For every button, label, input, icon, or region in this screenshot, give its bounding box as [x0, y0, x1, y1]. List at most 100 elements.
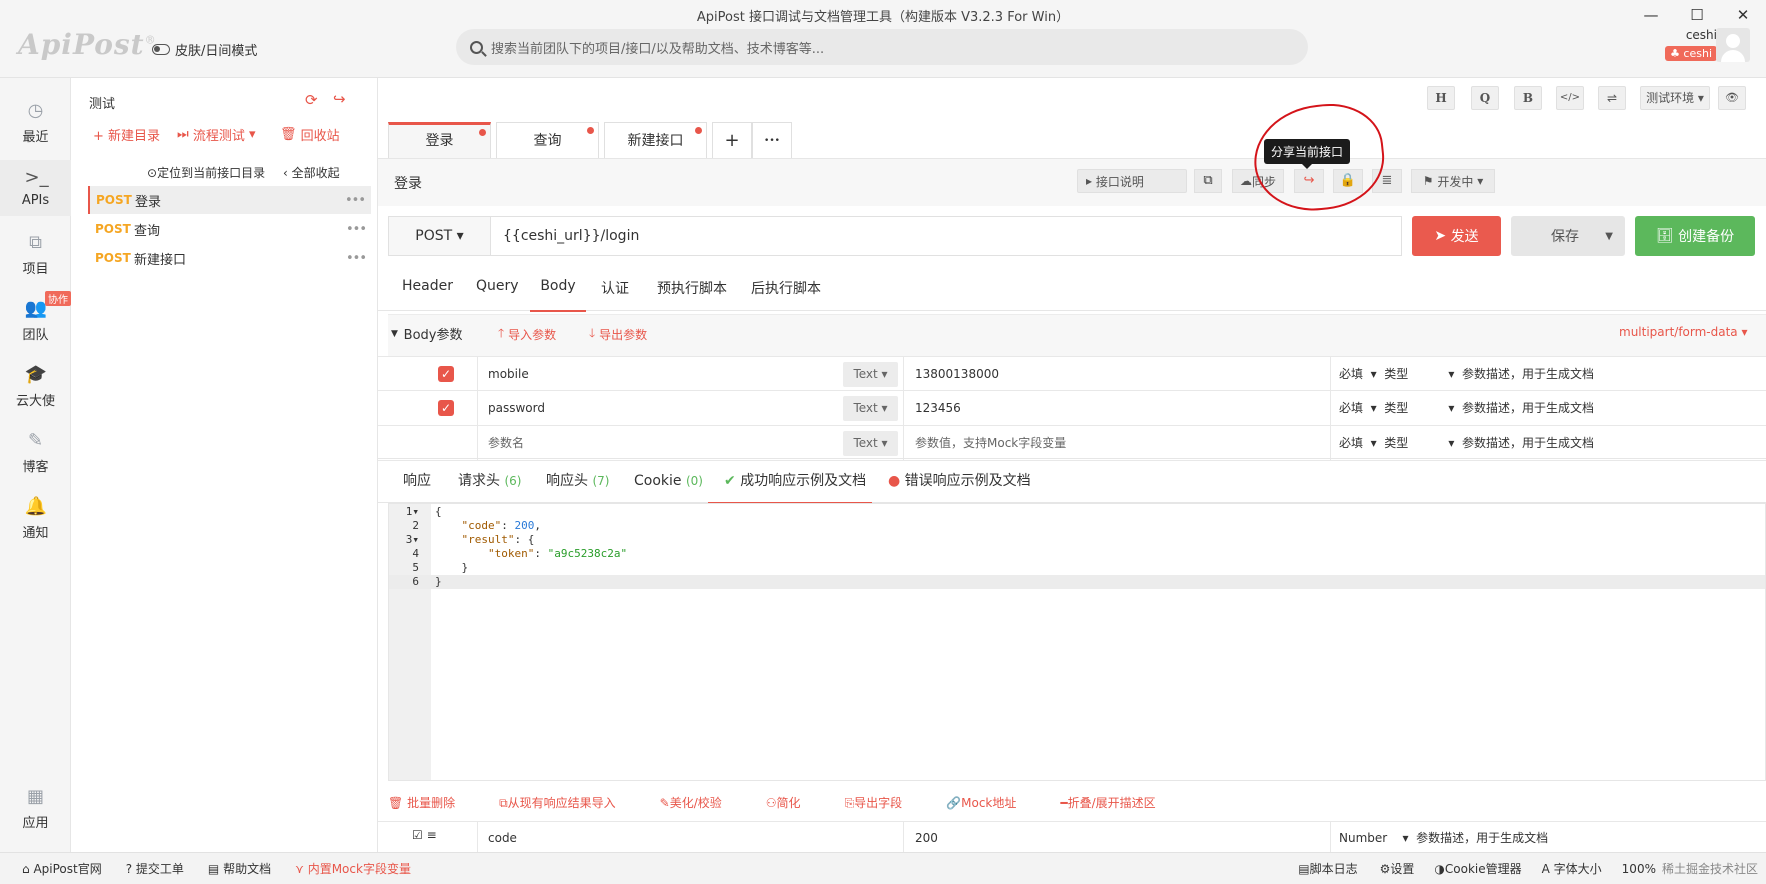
- share-icon[interactable]: ↪: [333, 90, 346, 108]
- minimize-button[interactable]: —: [1628, 1, 1674, 29]
- beautify-button[interactable]: ✎美化/校验: [660, 794, 744, 811]
- nav-apis[interactable]: >_ APIs: [0, 160, 71, 216]
- tab-response[interactable]: 响应: [403, 459, 431, 504]
- env-select[interactable]: 测试环境 ▾: [1640, 86, 1710, 110]
- tab-cookie[interactable]: Cookie (0): [634, 459, 703, 504]
- more-icon[interactable]: •••: [345, 193, 366, 208]
- export-params-button[interactable]: 🡓 导出参数: [589, 324, 647, 345]
- refresh-icon[interactable]: ⟳: [305, 91, 318, 109]
- tab-error-example[interactable]: ● 错误响应示例及文档: [888, 459, 1031, 504]
- nav-blog[interactable]: ✎ 博客: [0, 430, 71, 475]
- content-type-select[interactable]: multipart/form-data ▾: [1619, 325, 1748, 339]
- tab-more-button[interactable]: •••: [752, 122, 792, 158]
- export-fields-button[interactable]: ⎘导出字段: [845, 794, 925, 811]
- collapse-all-button[interactable]: ‹ 全部收起: [283, 164, 340, 181]
- tree-item[interactable]: POST 登录 •••: [88, 186, 371, 214]
- error-circle-icon: ●: [888, 473, 901, 489]
- copy-icon[interactable]: ⧉: [1194, 169, 1222, 193]
- recycle-button[interactable]: 🗑 回收站: [280, 125, 340, 144]
- flow-icon: ⏭: [177, 127, 193, 142]
- json-editor[interactable]: 1▾ 2 3▾ 4 5 6 { "code": 200, "result": {…: [388, 503, 1766, 781]
- param-type-select[interactable]: Text ▾: [843, 362, 898, 387]
- field-checkbox[interactable]: ☑ ≡: [412, 828, 437, 842]
- mock-vars-link[interactable]: ⋎ 内置Mock字段变量: [295, 860, 411, 877]
- tree-item[interactable]: POST 新建接口 •••: [89, 244, 372, 272]
- help-docs-link[interactable]: ▤ 帮助文档: [208, 860, 271, 877]
- send-button[interactable]: ➤ 发送: [1412, 216, 1501, 256]
- import-params-button[interactable]: 🡑 导入参数: [498, 324, 556, 345]
- tab-query[interactable]: 查询: [496, 122, 599, 158]
- method-select[interactable]: POST ▾: [389, 217, 491, 255]
- nav-apps[interactable]: ▦ 应用: [0, 786, 71, 831]
- param-row: ✓ password Text ▾ 123456 必填 ▾ 类型 ▾ 参数描述，用…: [378, 391, 1766, 426]
- import-from-response-button[interactable]: ⧉从现有响应结果导入: [499, 794, 638, 811]
- heading-button[interactable]: H: [1427, 86, 1455, 110]
- create-backup-button[interactable]: 🗄 创建备份: [1635, 216, 1755, 256]
- new-dir-button[interactable]: + 新建目录: [93, 125, 160, 144]
- zoom-level[interactable]: 100%: [1622, 862, 1656, 876]
- avatar[interactable]: [1716, 28, 1750, 62]
- caret-down-icon: ▾: [1694, 91, 1704, 105]
- tab-auth[interactable]: 认证: [601, 278, 629, 312]
- flag-icon: ⚑: [1422, 174, 1438, 188]
- status-select[interactable]: ⚑ 开发中 ▾: [1411, 169, 1495, 193]
- bold-button[interactable]: B: [1514, 86, 1542, 110]
- quote-button[interactable]: Q: [1471, 86, 1499, 110]
- caret-down-icon[interactable]: ▼: [1605, 231, 1613, 242]
- param-checkbox[interactable]: ✓: [438, 366, 454, 382]
- tab-query-params[interactable]: Query: [476, 278, 519, 312]
- code-button[interactable]: </>: [1556, 86, 1584, 110]
- add-tab-button[interactable]: +: [712, 122, 752, 158]
- tab-login[interactable]: 登录: [388, 122, 491, 158]
- tab-response-headers[interactable]: 响应头 (7): [546, 459, 609, 504]
- param-required[interactable]: 必填 ▾ 类型 ▾ 参数描述，用于生成文档: [1330, 391, 1766, 426]
- nav-notify[interactable]: 🔔 通知: [0, 496, 71, 541]
- tab-body[interactable]: Body: [530, 278, 586, 312]
- user-info[interactable]: ceshi ♣ ceshi: [1645, 28, 1717, 61]
- param-type-select[interactable]: Text ▾: [843, 396, 898, 421]
- more-icon[interactable]: •••: [346, 222, 367, 237]
- code-line: "token": "a9c5238c2a": [487, 547, 628, 560]
- official-site-link[interactable]: ⌂ ApiPost官网: [22, 860, 102, 877]
- nav-recent[interactable]: ◷ 最近: [0, 100, 71, 145]
- nav-projects[interactable]: ⧉ 项目: [0, 232, 71, 277]
- locate-button[interactable]: ⊙ 定位到当前接口目录: [147, 164, 265, 181]
- tab-header[interactable]: Header: [402, 278, 453, 312]
- save-button[interactable]: 保存 ▼: [1511, 216, 1625, 256]
- tab-success-example[interactable]: ✔ 成功响应示例及文档: [708, 459, 872, 504]
- tab-post-script[interactable]: 后执行脚本: [751, 278, 821, 312]
- close-button[interactable]: ✕: [1720, 1, 1766, 29]
- toggle-desc-button[interactable]: ━折叠/展开描述区: [1060, 794, 1177, 811]
- param-required[interactable]: 必填 ▾ 类型 ▾ 参数描述，用于生成文档: [1330, 426, 1766, 461]
- script-log-button[interactable]: ▤脚本日志: [1298, 860, 1357, 877]
- param-checkbox[interactable]: ✓: [438, 400, 454, 416]
- submit-ticket-link[interactable]: ? 提交工单: [126, 860, 184, 877]
- eye-button[interactable]: 👁: [1718, 86, 1746, 110]
- settings-button[interactable]: ⚙设置: [1380, 860, 1415, 877]
- flow-test-button[interactable]: ⏭ 流程测试 ▾: [177, 125, 256, 144]
- maximize-button[interactable]: ☐: [1674, 1, 1720, 29]
- param-row: ✓ mobile Text ▾ 13800138000 必填 ▾ 类型 ▾ 参数描…: [378, 356, 1766, 392]
- param-type-select[interactable]: Text ▾: [843, 431, 898, 456]
- batch-delete-button[interactable]: 🗑 批量删除: [388, 794, 477, 811]
- tab-request-headers[interactable]: 请求头 (6): [458, 459, 521, 504]
- field-type[interactable]: Number ▾ 参数描述，用于生成文档: [1330, 822, 1766, 854]
- more-icon[interactable]: •••: [346, 251, 367, 266]
- sliders-button[interactable]: ⇌: [1598, 86, 1626, 110]
- chevron-left-icon: ‹: [283, 165, 292, 180]
- url-input[interactable]: {{ceshi_url}}/login: [491, 228, 639, 244]
- doc-button[interactable]: ▸ 接口说明: [1077, 169, 1187, 193]
- cloud-icon: ☁: [1239, 174, 1252, 188]
- global-search-input[interactable]: 搜索当前团队下的项目/接口/以及帮助文档、技术博客等...: [456, 29, 1308, 65]
- font-size-button[interactable]: A 字体大小: [1542, 860, 1602, 877]
- tab-new-api[interactable]: 新建接口: [604, 122, 707, 158]
- mock-url-button[interactable]: 🔗Mock地址: [946, 794, 1038, 811]
- param-required[interactable]: 必填 ▾ 类型 ▾ 参数描述，用于生成文档: [1330, 357, 1766, 392]
- nav-ambassador[interactable]: 🎓 云大使: [0, 364, 71, 409]
- simplify-button[interactable]: ⚇简化: [766, 794, 823, 811]
- tab-pre-script[interactable]: 预执行脚本: [657, 278, 727, 312]
- skin-mode-toggle[interactable]: 皮肤/日间模式: [152, 40, 257, 59]
- tree-item[interactable]: POST 查询 •••: [89, 215, 372, 243]
- body-params-title[interactable]: ▼ Body参数: [391, 324, 462, 343]
- cookie-manager-button[interactable]: ◑Cookie管理器: [1434, 860, 1521, 877]
